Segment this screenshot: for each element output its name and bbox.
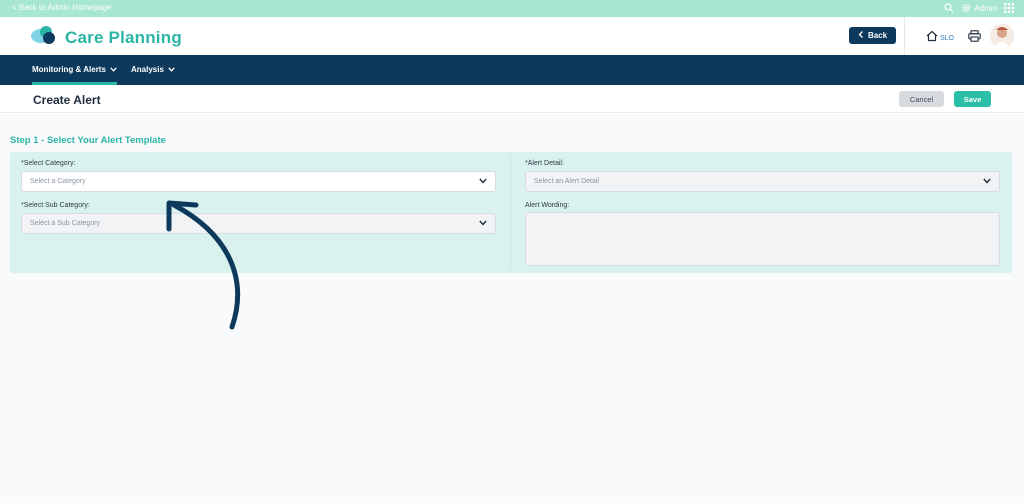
topbar-actions: Admin — [944, 2, 1014, 15]
search-icon[interactable] — [944, 0, 954, 18]
chevron-down-icon — [983, 178, 991, 186]
back-button-label: Back — [867, 31, 888, 40]
alert-wording-textarea[interactable] — [525, 212, 1000, 266]
logo-icon — [30, 24, 58, 51]
header-divider — [904, 17, 905, 55]
alert-detail-select[interactable]: Select an Alert Detail — [525, 171, 1000, 192]
home-icon — [926, 29, 938, 47]
sub-category-select[interactable]: Select a Sub Category — [21, 213, 496, 234]
nav-item-analysis[interactable]: Analysis — [131, 65, 175, 74]
chevron-down-icon — [479, 220, 487, 228]
alert-wording-label: Alert Wording: — [525, 202, 570, 209]
alert-detail-label: *Alert Detail: — [525, 160, 564, 167]
chevron-down-icon — [479, 178, 487, 186]
chevron-down-icon — [168, 65, 175, 74]
category-label: *Select Category: — [21, 160, 76, 167]
sub-category-label: *Select Sub Category: — [21, 202, 90, 209]
save-button[interactable]: Save — [954, 91, 991, 107]
main-nav: Monitoring & Alerts Analysis — [0, 55, 1024, 85]
chevron-down-icon — [110, 65, 117, 74]
step-title: Step 1 - Select Your Alert Template — [10, 135, 166, 146]
page-title: Create Alert — [33, 93, 101, 107]
home-location[interactable]: SLO — [926, 29, 954, 47]
nav-item-label: Analysis — [131, 65, 164, 74]
back-to-admin-link[interactable]: < Back to Admin Homepage — [12, 3, 111, 12]
admin-label: Admin — [974, 4, 997, 13]
annotation-arrow — [160, 195, 250, 340]
app-header: Care Planning Back SLO — [0, 17, 1024, 55]
chevron-left-icon — [858, 31, 864, 40]
location-code: SLO — [940, 34, 955, 42]
page-title-bar: Create Alert Cancel Save — [0, 85, 1024, 113]
alert-detail-placeholder: Select an Alert Detail — [534, 178, 599, 185]
printer-icon[interactable] — [968, 29, 981, 47]
cancel-button[interactable]: Cancel — [899, 91, 944, 107]
category-select[interactable]: Select a Category — [21, 171, 496, 192]
avatar[interactable] — [990, 24, 1014, 48]
app-title: Care Planning — [65, 27, 182, 47]
gear-icon — [961, 3, 971, 15]
nav-item-monitoring-alerts[interactable]: Monitoring & Alerts — [32, 65, 117, 85]
category-placeholder: Select a Category — [30, 178, 86, 185]
grid-icon[interactable] — [1004, 0, 1014, 18]
sub-category-placeholder: Select a Sub Category — [30, 220, 101, 227]
brand[interactable]: Care Planning — [30, 24, 182, 51]
back-button[interactable]: Back — [849, 27, 896, 44]
top-utility-bar: < Back to Admin Homepage Admin — [0, 0, 1024, 17]
panel-divider — [510, 155, 511, 268]
admin-menu[interactable]: Admin — [961, 3, 997, 15]
nav-item-label: Monitoring & Alerts — [32, 65, 106, 74]
